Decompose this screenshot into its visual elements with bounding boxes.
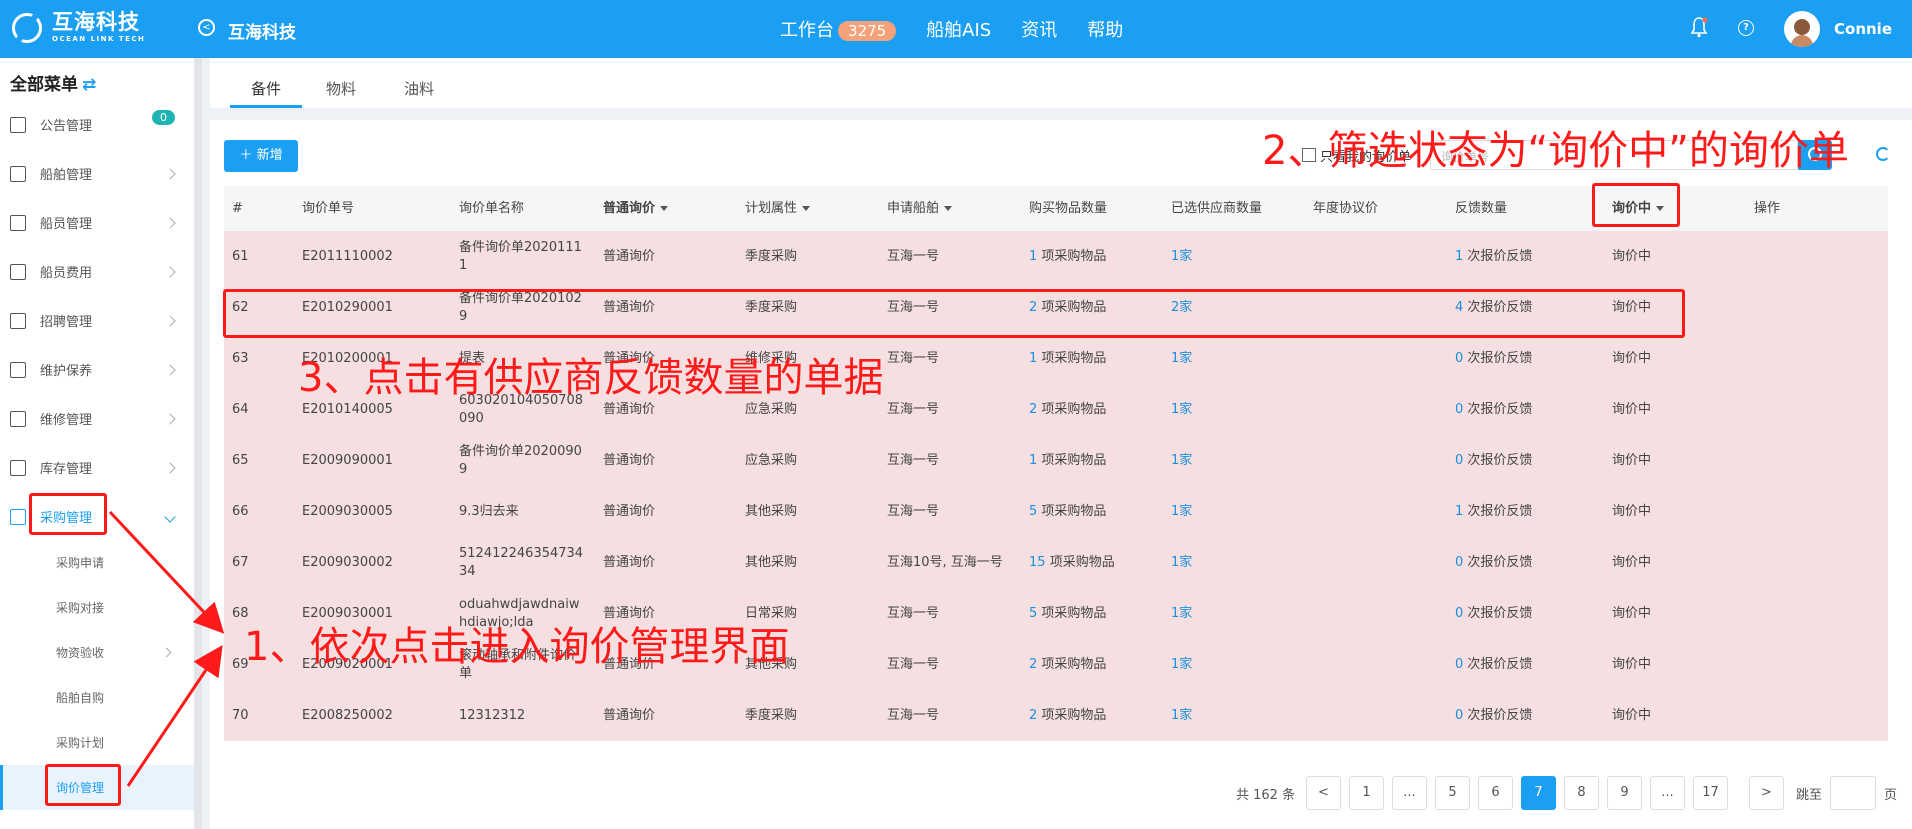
annotation-arrows: [108, 510, 225, 787]
